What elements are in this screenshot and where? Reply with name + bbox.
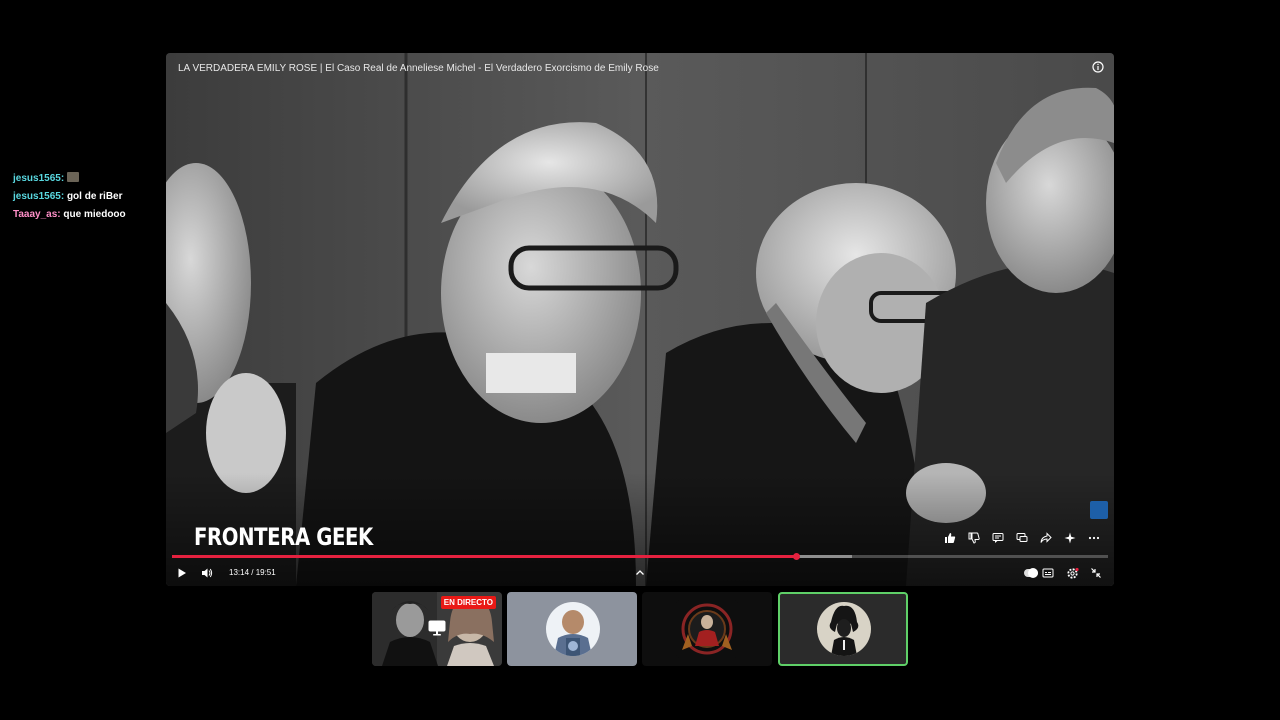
time-display: 13:14 / 19:51 <box>229 568 276 577</box>
chat-username[interactable]: jesus1565: <box>13 191 64 202</box>
live-badge: EN DIRECTO <box>440 596 496 609</box>
chat-message: jesus1565: <box>13 170 163 188</box>
settings-icon[interactable] <box>1064 565 1080 581</box>
share-icon[interactable] <box>1038 530 1054 546</box>
tile-user-3[interactable] <box>642 592 772 666</box>
app-root: jesus1565: jesus1565: gol de riBer Taaay… <box>0 0 1280 720</box>
action-row <box>942 530 1102 546</box>
avatar <box>676 600 738 658</box>
progress-bar[interactable] <box>172 553 1108 560</box>
avatar <box>546 602 600 656</box>
chat-text: gol de riBer <box>66 191 123 202</box>
tile-live-stream[interactable]: EN DIRECTO <box>372 592 502 666</box>
captions-icon[interactable] <box>1040 565 1056 581</box>
control-bar: 13:14 / 19:51 <box>166 563 1114 583</box>
sparkle-icon[interactable] <box>1062 530 1078 546</box>
exit-fullscreen-icon[interactable] <box>1088 565 1104 581</box>
more-icon[interactable] <box>1086 530 1102 546</box>
chat-message: jesus1565: gol de riBer <box>13 188 163 206</box>
tile-user-4[interactable] <box>778 592 908 666</box>
dislike-icon[interactable] <box>966 530 982 546</box>
chat-text: que miedooo <box>63 209 126 220</box>
channel-badge-icon[interactable] <box>1090 501 1108 519</box>
chat-username[interactable]: Taaay_as: <box>13 209 61 220</box>
volume-icon[interactable] <box>199 565 215 581</box>
progress-played <box>172 555 797 558</box>
avatar <box>817 602 871 656</box>
play-icon[interactable] <box>174 565 190 581</box>
info-icon[interactable] <box>1092 61 1104 73</box>
channel-watermark: FRONTERA GEEK <box>194 523 373 551</box>
chat-overlay: jesus1565: jesus1565: gol de riBer Taaay… <box>13 170 163 224</box>
chevron-up-icon[interactable] <box>632 565 648 581</box>
comments-icon[interactable] <box>990 530 1006 546</box>
tile-user-2[interactable] <box>507 592 637 666</box>
screen-share-icon <box>428 620 446 636</box>
chat-icon[interactable] <box>1014 530 1030 546</box>
chat-username[interactable]: jesus1565: <box>13 173 64 184</box>
video-player[interactable]: LA VERDADERA EMILY ROSE | El Caso Real d… <box>166 53 1114 586</box>
video-title[interactable]: LA VERDADERA EMILY ROSE | El Caso Real d… <box>178 63 659 74</box>
chat-message: Taaay_as: que miedooo <box>13 206 163 224</box>
like-icon[interactable] <box>942 530 958 546</box>
video-frame[interactable] <box>166 53 1114 586</box>
autoplay-toggle[interactable] <box>1024 568 1038 578</box>
emote-icon <box>66 172 79 182</box>
